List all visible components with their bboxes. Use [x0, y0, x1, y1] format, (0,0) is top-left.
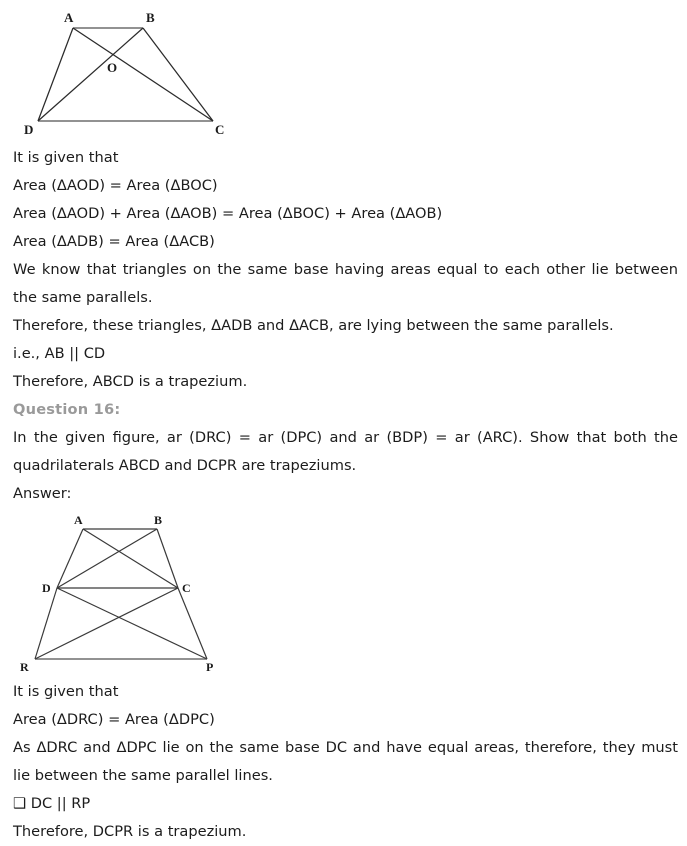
figure2-diagonal-ac [82, 528, 179, 589]
figure1-label-a: A [64, 10, 74, 25]
figure2-edge-dr [34, 587, 58, 660]
solution1-line-area-eq-1: Area (ΔAOD) = Area (ΔBOC) [13, 177, 218, 194]
figure1-edge-bc [142, 27, 214, 122]
solution-block-1: It is given that Area (ΔAOD) = Area (ΔBO… [0, 144, 687, 396]
figure2-label-r: R [20, 660, 29, 674]
figure2-label-c: C [182, 581, 191, 595]
figure2-label-p: P [206, 660, 213, 674]
figure2-diagonal-rc [34, 587, 179, 660]
solution2-paragraph-same-base: As ΔDRC and ΔDPC lie on the same base DC… [13, 739, 678, 784]
figure2-diagonal-dp [56, 587, 208, 660]
figure1-label-c: C [215, 122, 224, 137]
figure2-label-d: D [42, 581, 51, 595]
figure2-label-a: A [74, 513, 83, 527]
solution1-line-conclusion: Therefore, ABCD is a trapezium. [13, 373, 248, 390]
solution1-line-given: It is given that [13, 149, 119, 166]
question-16-heading: Question 16: [13, 401, 121, 418]
figure2-label-b: B [154, 513, 162, 527]
solution1-line-area-eq-3: Area (ΔADB) = Area (ΔACB) [13, 233, 215, 250]
solution2-line-conclusion: Therefore, DCPR is a trapezium. [13, 823, 247, 840]
solution2-line-area-eq: Area (ΔDRC) = Area (ΔDPC) [13, 711, 215, 728]
figure2-edge-bc [156, 528, 179, 589]
solution2-line-given: It is given that [13, 683, 119, 700]
question-16-statement: In the given figure, ar (DRC) = ar (DPC)… [13, 429, 678, 474]
figure1-label-o: O [107, 60, 117, 75]
solution1-line-therefore-parallels: Therefore, these triangles, ΔADB and ΔAC… [13, 317, 614, 334]
figure1-label-b: B [146, 10, 155, 25]
solution1-line-ab-parallel-cd: i.e., AB || CD [13, 345, 106, 362]
question-16-block: Question 16: In the given figure, ar (DR… [0, 396, 687, 508]
solution1-line-area-eq-2: Area (ΔAOD) + Area (ΔAOB) = Area (ΔBOC) … [13, 205, 443, 222]
figure2-diagonal-bd [56, 528, 158, 589]
figure1-edge-ad [37, 27, 74, 122]
solution-block-2: It is given that Area (ΔDRC) = Area (ΔDP… [0, 678, 687, 846]
figure2-edge-ad [56, 528, 84, 589]
question-16-answer-label: Answer: [13, 485, 72, 502]
solution2-line-dc-parallel-rp: ❑ DC || RP [13, 795, 91, 812]
document-page: A B O D C It is given that Area (ΔAOD) =… [0, 0, 687, 845]
figure-trapezium-abcd: A B O D C [0, 0, 687, 144]
solution1-paragraph-same-base: We know that triangles on the same base … [13, 261, 678, 306]
figure1-label-d: D [24, 122, 33, 137]
figure1-diagonal-ac [72, 27, 214, 122]
figure1-diagonal-bd [37, 27, 144, 122]
figure2-edge-cp [177, 587, 208, 660]
figure-trapeziums-abcd-dcpr: A B D C R P [0, 508, 687, 678]
